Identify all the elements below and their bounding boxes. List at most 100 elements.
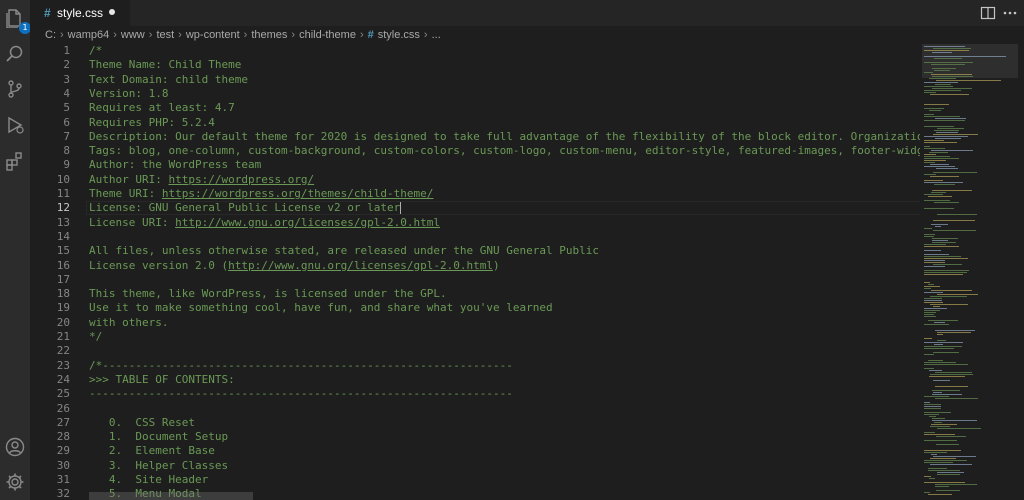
- line-number: 15: [56, 244, 70, 258]
- code-text[interactable]: 1. Document Setup: [89, 430, 228, 444]
- breadcrumb-symbols[interactable]: ...: [432, 29, 441, 41]
- settings-gear-icon[interactable]: [5, 472, 25, 492]
- code-line[interactable]: 18 This theme, like WordPress, is license…: [30, 287, 920, 301]
- minimap-line: [932, 420, 977, 421]
- code-line[interactable]: 26: [30, 402, 920, 416]
- code-line[interactable]: 1 /*: [30, 44, 920, 58]
- code-text[interactable]: Version: 1.8: [89, 87, 168, 101]
- code-line[interactable]: 15 All files, unless otherwise stated, ar…: [30, 244, 920, 258]
- code-line[interactable]: 2 Theme Name: Child Theme: [30, 58, 920, 72]
- code-line[interactable]: 28 1. Document Setup: [30, 430, 920, 444]
- breadcrumb-file[interactable]: style.css: [378, 29, 420, 41]
- code-line[interactable]: 12 License: GNU General Public License v2…: [30, 201, 920, 216]
- minimap-line: [937, 474, 960, 475]
- breadcrumb-item[interactable]: C:: [45, 29, 56, 41]
- breadcrumb-item[interactable]: child-theme: [299, 29, 356, 41]
- code-text[interactable]: Description: Our default theme for 2020 …: [89, 130, 920, 144]
- code-text[interactable]: All files, unless otherwise stated, are …: [89, 244, 599, 258]
- source-control-icon[interactable]: [5, 79, 25, 99]
- code-text[interactable]: This theme, like WordPress, is licensed …: [89, 287, 447, 301]
- code-line[interactable]: 9 Author: the WordPress team: [30, 158, 920, 172]
- code-line[interactable]: 7 Description: Our default theme for 2020…: [30, 130, 920, 144]
- code-text[interactable]: Tags: blog, one-column, custom-backgroun…: [89, 144, 920, 158]
- code-text[interactable]: Author URI: https://wordpress.org/: [89, 173, 314, 187]
- code-text[interactable]: Text Domain: child theme: [89, 73, 248, 87]
- code-text[interactable]: */: [89, 330, 102, 344]
- code-line[interactable]: 27 0. CSS Reset: [30, 416, 920, 430]
- code-text[interactable]: 3. Helper Classes: [89, 459, 228, 473]
- comment-link[interactable]: http://www.gnu.org/licenses/gpl-2.0.html: [175, 216, 440, 229]
- code-line[interactable]: 30 3. Helper Classes: [30, 459, 920, 473]
- breadcrumb-item[interactable]: www: [121, 29, 145, 41]
- code-line[interactable]: 17: [30, 273, 920, 287]
- comment-link[interactable]: https://wordpress.org/: [168, 173, 314, 186]
- code-text[interactable]: Author: the WordPress team: [89, 158, 261, 172]
- tab-style-css[interactable]: # style.css: [30, 0, 130, 26]
- code-text[interactable]: License version 2.0 (http://www.gnu.org/…: [89, 259, 500, 273]
- minimap-line: [924, 462, 953, 463]
- line-number: 1: [63, 44, 70, 57]
- code-line[interactable]: 21 */: [30, 330, 920, 344]
- code-text[interactable]: License: GNU General Public License v2 o…: [89, 201, 402, 215]
- code-text[interactable]: 0. CSS Reset: [89, 416, 195, 430]
- code-line[interactable]: 3 Text Domain: child theme: [30, 73, 920, 87]
- breadcrumb-item[interactable]: test: [156, 29, 174, 41]
- code-text[interactable]: License URI: http://www.gnu.org/licenses…: [89, 216, 440, 230]
- comment-link[interactable]: http://www.gnu.org/licenses/gpl-2.0.html: [228, 259, 493, 272]
- code-line[interactable]: 25 --------------------------------------…: [30, 387, 920, 401]
- unsaved-dot-icon[interactable]: [109, 9, 115, 15]
- css-file-icon: #: [44, 6, 51, 20]
- code-line[interactable]: 16 License version 2.0 (http://www.gnu.or…: [30, 259, 920, 273]
- code-line[interactable]: 8 Tags: blog, one-column, custom-backgrou…: [30, 144, 920, 158]
- code-editor[interactable]: 32 5. Menu Modal 31 4. Site Header 30 3. H…: [30, 44, 920, 500]
- code-text[interactable]: ----------------------------------------…: [89, 387, 513, 401]
- code-line[interactable]: 13 License URI: http://www.gnu.org/licens…: [30, 216, 920, 230]
- code-line[interactable]: 22: [30, 344, 920, 358]
- extensions-icon[interactable]: [5, 151, 25, 171]
- comment-link[interactable]: https://wordpress.org/themes/child-theme…: [162, 187, 434, 200]
- code-line[interactable]: 14: [30, 230, 920, 244]
- code-text[interactable]: /*--------------------------------------…: [89, 359, 513, 373]
- horizontal-scrollbar[interactable]: [89, 492, 253, 500]
- code-text[interactable]: Requires PHP: 5.2.4: [89, 116, 215, 130]
- breadcrumb-item[interactable]: wp-content: [186, 29, 240, 41]
- run-debug-icon[interactable]: [5, 115, 25, 135]
- code-line[interactable]: 19 Use it to make something cool, have fu…: [30, 301, 920, 315]
- account-icon[interactable]: [5, 437, 25, 457]
- more-actions-icon[interactable]: [1002, 5, 1018, 21]
- code-text[interactable]: 2. Element Base: [89, 444, 215, 458]
- minimap-line: [937, 294, 978, 295]
- minimap-line: [933, 134, 978, 135]
- minimap-line: [929, 416, 936, 417]
- code-line[interactable]: 5 Requires at least: 4.7: [30, 101, 920, 115]
- code-text[interactable]: /*: [89, 44, 102, 58]
- split-editor-icon[interactable]: [980, 5, 996, 21]
- line-number: 18: [56, 287, 70, 301]
- code-text[interactable]: with others.: [89, 316, 168, 330]
- vertical-scrollbar[interactable]: [1018, 44, 1024, 500]
- code-line[interactable]: 6 Requires PHP: 5.2.4: [30, 116, 920, 130]
- code-text[interactable]: 4. Site Header: [89, 473, 208, 487]
- line-number: 24: [56, 372, 70, 386]
- code-line[interactable]: 20 with others.: [30, 316, 920, 330]
- code-line[interactable]: 23 /*------------------------------------…: [30, 359, 920, 373]
- minimap-line: [937, 214, 977, 215]
- code-line[interactable]: 31 4. Site Header: [30, 473, 920, 487]
- minimap[interactable]: [922, 44, 1018, 500]
- code-text[interactable]: >>> TABLE OF CONTENTS:: [89, 373, 235, 387]
- files-icon[interactable]: 1: [5, 8, 31, 34]
- code-text[interactable]: Theme URI: https://wordpress.org/themes/…: [89, 187, 433, 201]
- code-line[interactable]: 10 Author URI: https://wordpress.org/: [30, 173, 920, 187]
- code-line[interactable]: 11 Theme URI: https://wordpress.org/theme…: [30, 187, 920, 201]
- breadcrumb-item[interactable]: wamp64: [68, 29, 110, 41]
- search-icon[interactable]: [5, 44, 25, 64]
- code-text[interactable]: Theme Name: Child Theme: [89, 58, 241, 72]
- code-line[interactable]: 4 Version: 1.8: [30, 87, 920, 101]
- breadcrumb-item[interactable]: themes: [251, 29, 287, 41]
- code-text[interactable]: Requires at least: 4.7: [89, 101, 235, 115]
- code-text[interactable]: Use it to make something cool, have fun,…: [89, 301, 553, 315]
- minimap-line: [924, 440, 957, 441]
- code-line[interactable]: 29 2. Element Base: [30, 444, 920, 458]
- code-line[interactable]: 24 >>> TABLE OF CONTENTS:: [30, 373, 920, 387]
- minimap-line: [933, 380, 950, 381]
